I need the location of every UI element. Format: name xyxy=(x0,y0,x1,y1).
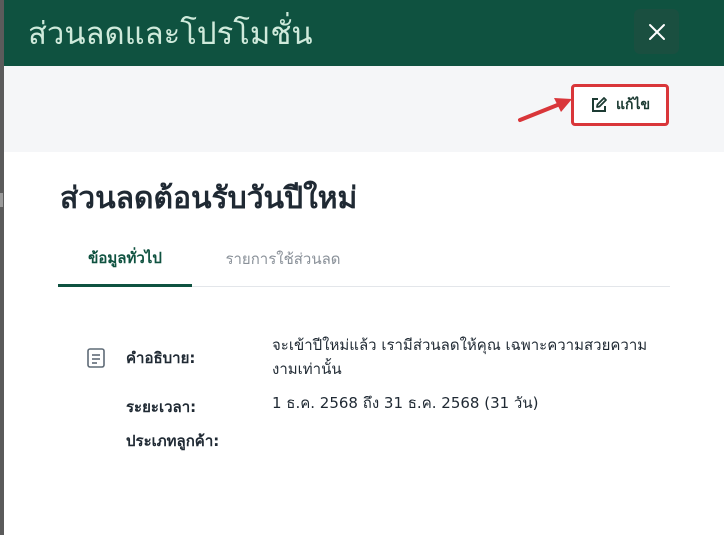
description-value-line1: จะเข้าปีใหม่แล้ว เรามีส่วนลดให้คุณ เฉพาะ… xyxy=(272,336,648,354)
edit-button[interactable]: แก้ไข xyxy=(571,84,669,126)
close-button[interactable] xyxy=(634,9,679,54)
promotion-details: คำอธิบาย: จะเข้าปีใหม่แล้ว เรามีส่วนลดให… xyxy=(84,332,674,462)
modal-title: ส่วนลดและโปรโมชั่น xyxy=(28,16,313,52)
period-value: 1 ธ.ค. 2568 ถึง 31 ธ.ค. 2568 (31 วัน) xyxy=(272,394,539,412)
tab-general-info[interactable]: ข้อมูลทั่วไป xyxy=(58,232,192,287)
close-icon xyxy=(648,23,665,40)
action-toolbar: แก้ไข xyxy=(4,66,724,152)
edit-icon xyxy=(591,97,607,112)
customer-type-label: ประเภทลูกค้า: xyxy=(126,432,220,450)
period-label: ระยะเวลา: xyxy=(126,398,197,416)
description-label: คำอธิบาย: xyxy=(126,349,196,367)
tab-discount-usage[interactable]: รายการใช้ส่วนลด xyxy=(218,232,348,285)
promotions-modal: ส่วนลดและโปรโมชั่น แก้ไข ส่วนลดต้อนรับวั… xyxy=(4,0,724,535)
modal-header: ส่วนลดและโปรโมชั่น xyxy=(4,0,724,66)
description-icon xyxy=(87,348,105,368)
background-edge xyxy=(0,193,3,207)
detail-tabs: ข้อมูลทั่วไป รายการใช้ส่วนลด xyxy=(58,232,670,287)
annotation-arrow-icon xyxy=(518,98,572,122)
description-value-line2: งามเท่านั้น xyxy=(272,360,342,378)
edit-button-label: แก้ไข xyxy=(615,97,651,113)
promotion-title: ส่วนลดต้อนรับวันปีใหม่ xyxy=(60,181,358,216)
